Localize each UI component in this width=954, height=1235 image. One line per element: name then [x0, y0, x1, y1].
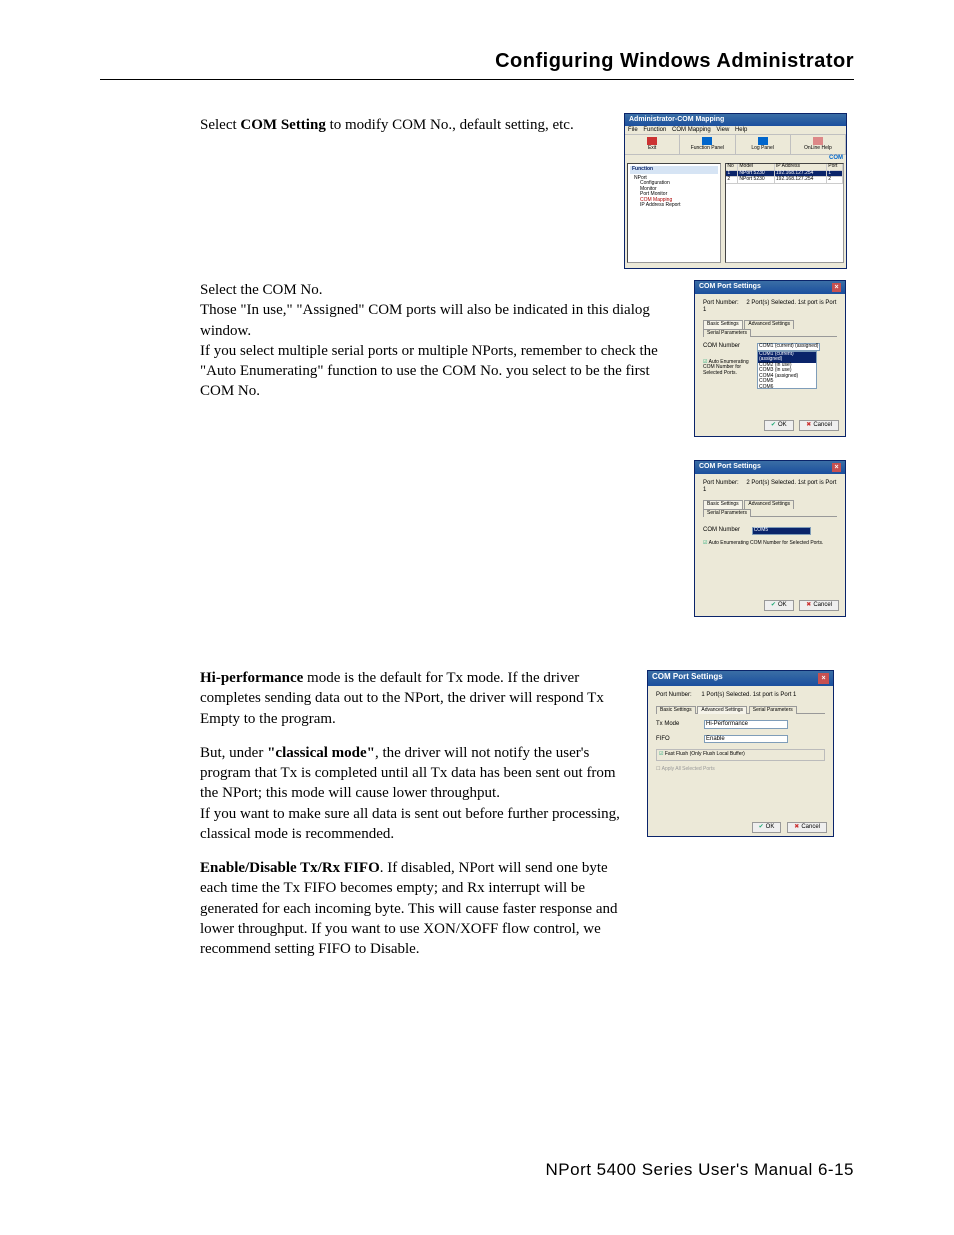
ok-button[interactable]: OK	[764, 600, 794, 611]
text-bold: "classical mode"	[267, 745, 375, 761]
tb-function-panel[interactable]: Function Panel	[680, 135, 735, 154]
para-1: Select COM Setting to modify COM No., de…	[200, 115, 615, 135]
tb-online-help[interactable]: OnLine Help	[791, 135, 846, 154]
tab-serial[interactable]: Serial Parameters	[749, 706, 797, 715]
portnum-value: 1 Port(s) Selected. 1st port is Port 1	[701, 692, 796, 698]
window-title: Administrator-COM Mapping	[629, 116, 724, 124]
tab-basic[interactable]: Basic Settings	[656, 706, 696, 715]
window-titlebar: COM Port Settings ×	[695, 281, 845, 294]
tree-header: Function	[630, 166, 718, 174]
ok-button[interactable]: OK	[752, 822, 782, 833]
menu-help[interactable]: Help	[735, 127, 747, 133]
portnum-label: Port Number:	[656, 692, 692, 698]
apply-all-checkbox[interactable]: Apply All Selected Ports	[656, 767, 825, 773]
auto-enum-checkbox[interactable]: Auto Enumerating COM Number for Selected…	[703, 360, 753, 377]
fig-com-settings-basic: COM Port Settings × Port Number: 2 Port(…	[694, 460, 846, 617]
tree-ip-report[interactable]: IP Address Report	[630, 203, 718, 209]
para-4b: If you want to make sure all data is sen…	[200, 804, 630, 845]
comnum-label: COM Number	[703, 343, 753, 350]
para-5: Enable/Disable Tx/Rx FIFO. If disabled, …	[200, 858, 630, 959]
menu-commapping[interactable]: COM Mapping	[672, 127, 711, 133]
menu-view[interactable]: View	[716, 127, 729, 133]
menu-file[interactable]: File	[628, 127, 638, 133]
comnum-combo[interactable]: COM1 (current) (assigned)	[757, 343, 820, 351]
tab-advanced[interactable]: Advanced Settings	[744, 320, 794, 329]
tb-exit[interactable]: Exit	[625, 135, 680, 154]
fig-com-settings-dropdown: COM Port Settings × Port Number: 2 Port(…	[694, 280, 846, 437]
text-bold: Enable/Disable Tx/Rx FIFO	[200, 860, 380, 876]
window-title: COM Port Settings	[699, 463, 761, 472]
txmode-label: Tx Mode	[656, 721, 694, 728]
tb-log-panel[interactable]: Log Panel	[736, 135, 791, 154]
page-header: Configuring Windows Administrator	[100, 50, 854, 80]
table-row[interactable]: 2NPort 5230192.168.127.2542	[726, 177, 842, 184]
tab-basic[interactable]: Basic Settings	[703, 320, 743, 329]
window-titlebar: COM Port Settings ×	[695, 461, 845, 474]
para-4a: But, under "classical mode", the driver …	[200, 743, 630, 804]
panel-icon	[702, 137, 712, 145]
fifo-combo[interactable]: Enable	[704, 735, 788, 744]
text: But, under	[200, 745, 267, 761]
close-icon[interactable]: ×	[832, 463, 841, 472]
para-3: Hi-performance mode is the default for T…	[200, 668, 630, 729]
comnum-label: COM Number	[703, 527, 740, 533]
fifo-label: FIFO	[656, 736, 694, 743]
para-2a: Select the COM No.	[200, 280, 685, 300]
text: to modify COM No., default setting, etc.	[326, 117, 574, 133]
close-icon[interactable]: ×	[818, 673, 829, 684]
portnum-label: Port Number:	[703, 480, 739, 486]
txmode-combo[interactable]: Hi-Performance	[704, 720, 788, 729]
exit-icon	[647, 137, 657, 145]
tabstrip: Basic Settings Advanced Settings Serial …	[656, 705, 825, 715]
window-title: COM Port Settings	[652, 673, 723, 684]
list-item[interactable]: COM6	[758, 385, 816, 389]
mapping-grid[interactable]: No Model IP Address Port 1NPort 5230192.…	[725, 163, 844, 263]
para-2c: If you select multiple serial ports or m…	[200, 341, 685, 402]
menu-function[interactable]: Function	[643, 127, 666, 133]
window-title: COM Port Settings	[699, 283, 761, 292]
log-icon	[758, 137, 768, 145]
cancel-button[interactable]: Cancel	[787, 822, 827, 833]
tabstrip: Basic Settings Advanced Settings Serial …	[703, 499, 837, 517]
tab-serial[interactable]: Serial Parameters	[703, 509, 751, 518]
auto-enum-checkbox[interactable]: Auto Enumerating COM Number for Selected…	[703, 541, 837, 547]
nav-tree[interactable]: Function NPort Configuration Monitor Por…	[627, 163, 721, 263]
text-bold: COM Setting	[240, 117, 325, 133]
menubar[interactable]: File Function COM Mapping View Help	[625, 126, 846, 135]
text-bold: Hi-performance	[200, 670, 303, 686]
help-icon	[813, 137, 823, 145]
fig-admin-window: Administrator-COM Mapping File Function …	[624, 113, 847, 269]
window-titlebar: COM Port Settings ×	[648, 671, 833, 686]
page-footer: NPort 5400 Series User's Manual 6-15	[546, 1160, 855, 1180]
tab-basic[interactable]: Basic Settings	[703, 500, 743, 509]
comnum-dropdown-list[interactable]: COM1 (current) (assigned) COM2 (in use) …	[757, 351, 817, 389]
cancel-button[interactable]: Cancel	[799, 600, 839, 611]
ok-button[interactable]: OK	[764, 420, 794, 431]
tab-advanced[interactable]: Advanced Settings	[744, 500, 794, 509]
fig-com-settings-advanced: COM Port Settings × Port Number: 1 Port(…	[647, 670, 834, 837]
tab-advanced[interactable]: Advanced Settings	[697, 706, 747, 715]
com-label: COM	[625, 155, 846, 162]
window-titlebar: Administrator-COM Mapping	[625, 114, 846, 126]
comnum-combo[interactable]: COM5	[752, 527, 811, 535]
toolbar: Exit Function Panel Log Panel OnLine Hel…	[625, 134, 846, 155]
para-2b: Those "In use," "Assigned" COM ports wil…	[200, 300, 685, 341]
close-icon[interactable]: ×	[832, 283, 841, 292]
tabstrip: Basic Settings Advanced Settings Serial …	[703, 319, 837, 337]
fast-flush-checkbox[interactable]: Fast Flush (Only Flush Local Buffer)	[659, 752, 822, 758]
cancel-button[interactable]: Cancel	[799, 420, 839, 431]
portnum-label: Port Number:	[703, 300, 739, 306]
tab-serial[interactable]: Serial Parameters	[703, 329, 751, 338]
text: Select	[200, 117, 240, 133]
